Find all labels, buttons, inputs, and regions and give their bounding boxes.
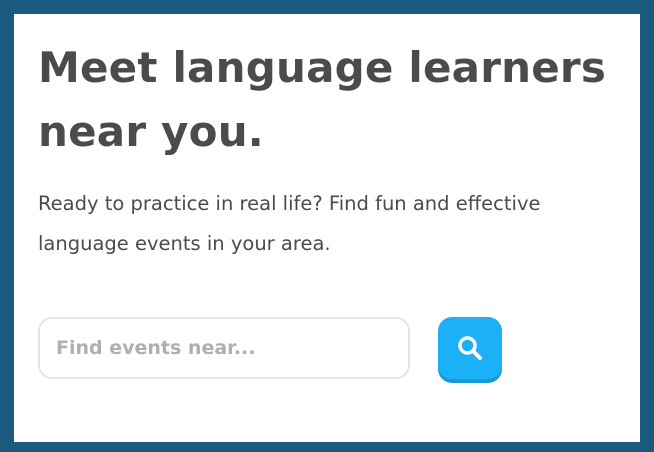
page-title: Meet language learners near you. bbox=[38, 43, 607, 156]
search-button[interactable] bbox=[438, 317, 502, 379]
hero-section: Meet language learners near you. Ready t… bbox=[38, 36, 638, 264]
search-input[interactable] bbox=[38, 317, 410, 379]
search-icon bbox=[458, 336, 482, 360]
event-search-form bbox=[38, 317, 502, 379]
page-frame: Meet language learners near you. Ready t… bbox=[0, 0, 654, 452]
page-description: Ready to practice in real life? Find fun… bbox=[38, 192, 541, 255]
